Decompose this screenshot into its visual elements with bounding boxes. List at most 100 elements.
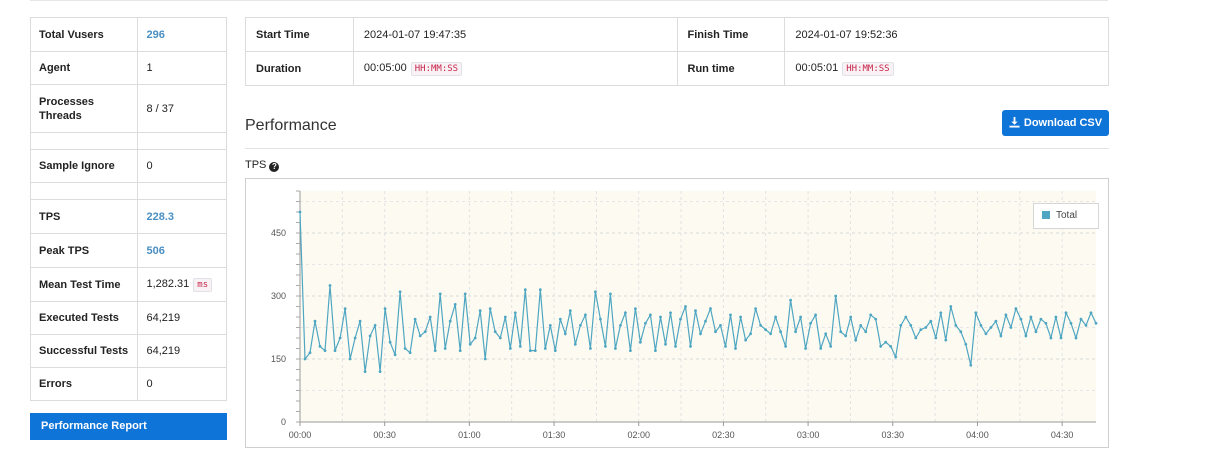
data-point — [1039, 317, 1043, 321]
data-point — [403, 347, 407, 350]
summary-table: Total Vusers 296 Agent 1 Processes Threa… — [29, 17, 227, 401]
data-point — [864, 330, 868, 334]
data-point — [679, 317, 682, 321]
data-point — [914, 336, 918, 340]
data-point — [373, 324, 377, 327]
data-point — [398, 290, 402, 294]
data-point — [884, 340, 888, 344]
data-point — [353, 336, 357, 340]
x-tick-label: 04:30 — [1051, 430, 1074, 440]
performance-divider — [245, 148, 1109, 149]
tps-chart-title: TPS — [245, 159, 267, 171]
errors-value: 0 — [137, 367, 227, 401]
data-point — [824, 332, 828, 336]
x-tick-label: 04:00 — [966, 430, 989, 440]
row-start-finish: Start Time 2024-01-07 19:47:35 Finish Ti… — [245, 17, 1109, 52]
x-tick-label: 01:00 — [458, 430, 481, 440]
mean-test-time-value: 1,282.31 — [146, 277, 190, 290]
peak-tps-value[interactable]: 506 — [137, 233, 227, 268]
data-point — [654, 349, 657, 352]
data-point — [458, 349, 462, 352]
data-point — [799, 315, 802, 319]
x-tick-label: 00:00 — [289, 430, 312, 440]
download-csv-button[interactable]: Download CSV — [1002, 110, 1109, 136]
data-point — [804, 347, 807, 350]
sample-ignore-label: Sample Ignore — [29, 149, 139, 183]
data-point — [709, 307, 712, 310]
data-point — [904, 315, 908, 319]
data-point — [594, 290, 597, 294]
data-point — [358, 319, 362, 323]
data-point — [1024, 334, 1028, 338]
data-point — [383, 307, 387, 310]
processes-threads-label: Processes Threads — [29, 84, 139, 133]
spacer-row — [29, 182, 227, 200]
data-point — [1034, 330, 1038, 334]
chart-legend[interactable]: Total — [1033, 203, 1099, 229]
data-point — [333, 349, 337, 352]
data-point — [408, 351, 412, 355]
data-point — [909, 324, 913, 327]
data-point — [609, 292, 612, 296]
duration-value: 00:05:00 — [363, 61, 407, 74]
data-point — [769, 332, 772, 336]
data-point — [994, 319, 998, 323]
data-point — [764, 328, 767, 331]
data-point — [343, 307, 347, 310]
data-point — [428, 315, 432, 319]
data-point — [719, 324, 722, 327]
y-tick-label: 450 — [271, 228, 286, 238]
data-point — [579, 324, 582, 327]
download-csv-label: Download CSV — [1023, 117, 1103, 129]
data-point — [944, 338, 948, 342]
agent-label: Agent — [29, 51, 139, 85]
data-point — [338, 336, 342, 340]
data-point — [924, 326, 928, 329]
plot-area — [300, 191, 1096, 422]
data-point — [563, 332, 567, 336]
download-icon — [1009, 117, 1020, 128]
help-icon[interactable]: ? — [269, 162, 280, 172]
data-point — [323, 349, 327, 352]
data-point — [508, 347, 512, 350]
performance-report-button[interactable]: Performance Report — [30, 413, 227, 440]
data-point — [879, 345, 883, 348]
tps-value[interactable]: 228.3 — [137, 199, 227, 234]
top-divider — [30, 0, 1108, 1]
data-point — [724, 345, 727, 348]
data-point — [413, 317, 417, 321]
data-point — [644, 321, 647, 325]
data-point — [974, 311, 978, 315]
total-vusers-value[interactable]: 296 — [137, 17, 227, 52]
data-point — [779, 330, 782, 334]
data-point — [999, 334, 1003, 338]
data-point — [568, 309, 572, 313]
data-point — [949, 305, 953, 308]
data-point — [328, 284, 332, 287]
row-duration-run: Duration 00:05:00 HH:MM:SS Run time 00:05… — [245, 51, 1109, 86]
row-successful-tests: Successful Tests 64,219 — [29, 334, 227, 368]
data-point — [839, 330, 843, 334]
data-point — [493, 330, 497, 334]
x-tick-label: 00:30 — [373, 430, 396, 440]
data-point — [739, 315, 742, 319]
mean-test-time-cell: 1,282.31 ms — [137, 267, 227, 302]
data-point — [969, 363, 973, 367]
run-time-cell: 00:05:01 HH:MM:SS — [784, 51, 1109, 86]
errors-label: Errors — [29, 367, 139, 401]
data-point — [553, 349, 557, 352]
data-point — [624, 311, 627, 315]
data-point — [308, 351, 312, 355]
executed-tests-value: 64,219 — [137, 301, 227, 335]
data-point — [443, 347, 447, 350]
run-time-value: 00:05:01 — [795, 61, 839, 74]
data-point — [388, 340, 392, 344]
data-point — [478, 309, 482, 313]
mean-test-time-label: Mean Test Time — [29, 267, 139, 302]
data-point — [528, 349, 532, 352]
start-time-label: Start Time — [245, 17, 354, 52]
y-tick-label: 300 — [271, 291, 286, 301]
data-point — [669, 311, 672, 315]
finish-time-value: 2024-01-07 19:52:36 — [784, 17, 1109, 52]
data-point — [584, 313, 587, 317]
